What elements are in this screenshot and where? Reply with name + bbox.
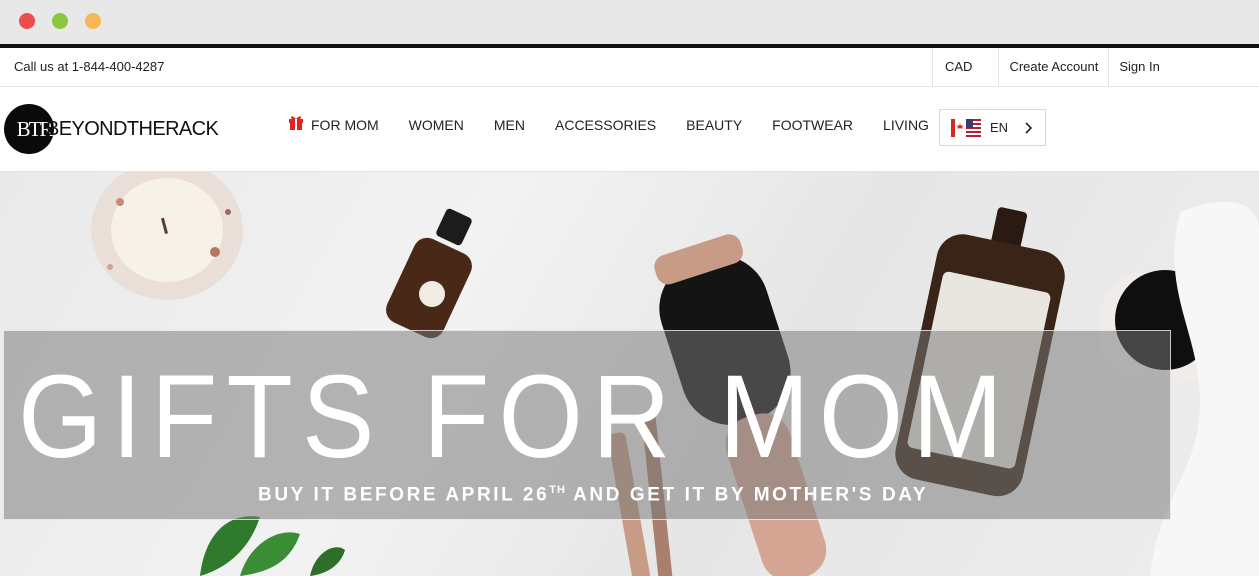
nav-item-living[interactable]: LIVING (883, 117, 929, 133)
main-navigation: FOR MOM WOMEN MEN ACCESSORIES BEAUTY FOO… (288, 116, 959, 133)
chevron-right-icon (1025, 121, 1033, 134)
top-utility-bar: Call us at 1-844-400-4287 CAD Create Acc… (0, 48, 1259, 87)
language-label: EN (990, 120, 1009, 135)
subline-part-1: BUY IT BEFORE APRIL 26 (258, 484, 550, 506)
nav-item-beauty[interactable]: BEAUTY (686, 117, 742, 133)
subline-part-2: AND GET IT BY MOTHER'S DAY (565, 484, 929, 506)
nav-item-for-mom[interactable]: FOR MOM (288, 116, 379, 133)
subline-superscript: TH (549, 484, 566, 496)
nav-item-women[interactable]: WOMEN (409, 117, 464, 133)
sign-in-link[interactable]: Sign In (1108, 48, 1169, 86)
create-account-link[interactable]: Create Account (998, 48, 1108, 86)
site-header: BTR BEYONDTHERACK FOR MOM WOMEN MEN ACCE… (0, 87, 1259, 172)
nav-item-accessories[interactable]: ACCESSORIES (555, 117, 656, 133)
gift-icon (289, 116, 303, 130)
nav-item-men[interactable]: MEN (494, 117, 525, 133)
hero-banner[interactable]: GIFTS FOR MOM BUY IT BEFORE APRIL 26TH A… (0, 172, 1259, 576)
hero-headline: GIFTS FOR MOM (18, 351, 1013, 483)
language-selector[interactable]: EN (939, 109, 1046, 146)
logo-wordmark: BEYONDTHERACK (46, 117, 219, 140)
currency-selector[interactable]: CAD (932, 48, 998, 86)
close-window-button[interactable] (19, 13, 35, 29)
account-links: CAD Create Account Sign In (932, 48, 1170, 86)
site-logo[interactable]: BTR BEYONDTHERACK (4, 104, 219, 154)
canada-us-flag-icon (951, 118, 981, 137)
browser-chrome (0, 0, 1259, 48)
hero-subline: BUY IT BEFORE APRIL 26TH AND GET IT BY M… (258, 484, 928, 506)
maximize-window-button[interactable] (85, 13, 101, 29)
nav-item-footwear[interactable]: FOOTWEAR (772, 117, 853, 133)
nav-label: FOR MOM (311, 117, 379, 133)
phone-number: Call us at 1-844-400-4287 (14, 59, 165, 74)
minimize-window-button[interactable] (52, 13, 68, 29)
